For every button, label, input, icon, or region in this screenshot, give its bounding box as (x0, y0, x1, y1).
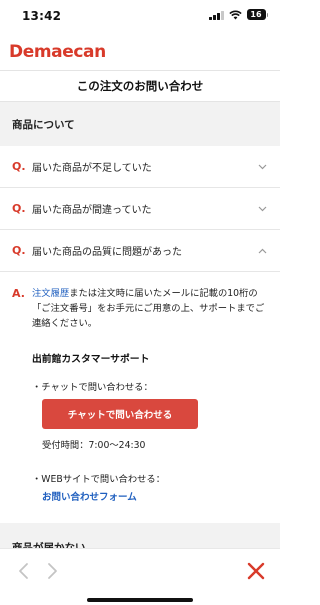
battery-level: 16 (246, 9, 266, 20)
faq-item-quality-issue[interactable]: Q. 届いた商品の品質に問題があった (0, 230, 280, 272)
faq-item-shortage[interactable]: Q. 届いた商品が不足していた (0, 146, 280, 188)
support-title: 出前館カスタマーサポート (32, 354, 150, 365)
answer-mark-label: A. (12, 287, 25, 300)
answer-row: A. 注文履歴または注文時に届いたメールに記載の10桁の「ご注文番号」をお手元に… (12, 286, 268, 331)
battery-icon: 16 (246, 9, 268, 20)
status-bar: 13:42 16 (0, 0, 280, 34)
browser-toolbar (0, 548, 280, 594)
contact-form-link[interactable]: お問い合わせフォーム (42, 489, 268, 503)
answer-text: 注文履歴または注文時に届いたメールに記載の10桁の「ご注文番号」をお手元にご用意… (32, 286, 268, 331)
section-heading-label: 商品について (12, 118, 75, 131)
question-mark-label: Q. (12, 160, 26, 173)
status-time: 13:42 (22, 9, 62, 23)
close-icon[interactable] (246, 561, 266, 581)
chat-contact-button[interactable]: チャットで問い合わせる (42, 399, 198, 429)
faq-item-wrong-item[interactable]: Q. 届いた商品が間違っていた (0, 188, 280, 230)
signal-icon (209, 10, 224, 20)
order-history-link[interactable]: 注文履歴 (32, 288, 69, 299)
faq-answer: A. 注文履歴または注文時に届いたメールに記載の10桁の「ご注文番号」をお手元に… (0, 272, 280, 517)
question-mark-label: Q. (12, 244, 26, 257)
faq-question-text: 届いた商品が間違っていた (32, 205, 152, 216)
brand-bar: Demaecan (0, 34, 280, 70)
chevron-left-icon[interactable] (16, 562, 32, 580)
wifi-icon (228, 10, 242, 19)
page-title: この注文のお問い合わせ (76, 79, 204, 93)
web-contact-label: ・WEBサイトで問い合わせる： (32, 474, 166, 485)
chevron-down-icon (256, 203, 268, 215)
home-indicator (87, 598, 193, 602)
faq-question-text: 届いた商品が不足していた (32, 163, 152, 174)
brand-logo: Demaecan (9, 42, 106, 62)
status-icons: 16 (209, 9, 268, 20)
faq-question-text: 届いた商品の品質に問題があった (32, 247, 182, 258)
chevron-right-icon[interactable] (44, 562, 60, 580)
page-header: この注文のお問い合わせ (0, 70, 280, 102)
question-mark-label: Q. (12, 202, 26, 215)
support-hours: 受付時間：7:00〜24:30 (42, 440, 146, 451)
section-heading-product: 商品について (0, 102, 280, 146)
chat-contact-label: ・チャットで問い合わせる： (32, 382, 153, 393)
chevron-down-icon (256, 161, 268, 173)
chevron-up-icon (256, 245, 268, 257)
